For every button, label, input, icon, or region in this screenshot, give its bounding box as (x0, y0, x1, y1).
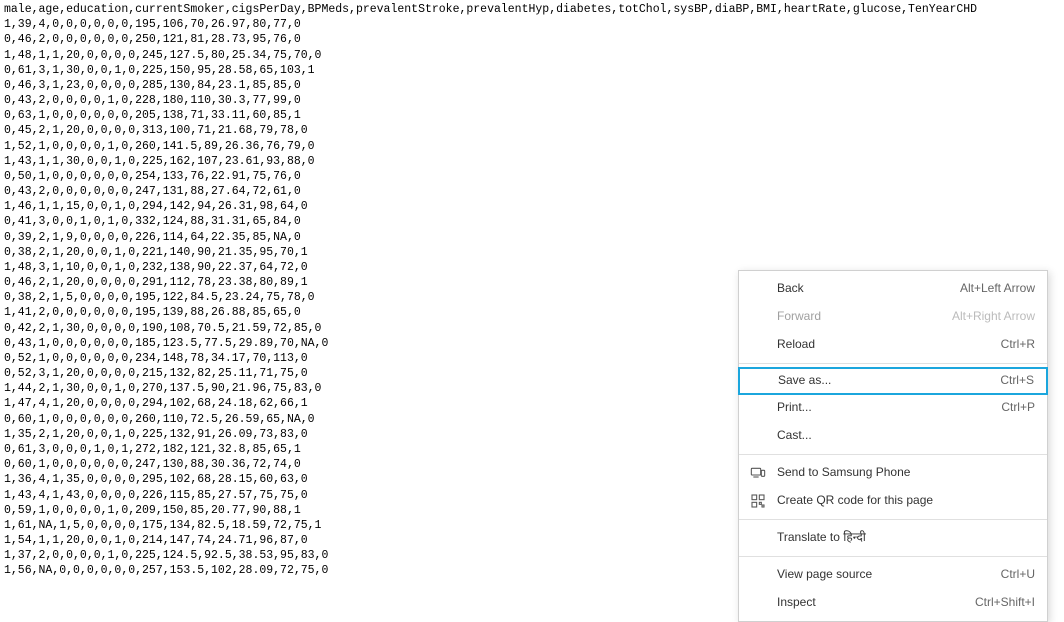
csv-row: 0,50,1,0,0,0,0,0,0,254,133,76,22.91,75,7… (4, 170, 301, 183)
menu-label: Reload (777, 337, 989, 353)
csv-row: 0,46,2,1,20,0,0,0,0,291,112,78,23.38,80,… (4, 276, 308, 289)
csv-row: 0,46,2,0,0,0,0,0,0,250,121,81,28.73,95,7… (4, 33, 301, 46)
csv-row: 0,38,2,1,20,0,0,1,0,221,140,90,21.35,95,… (4, 246, 308, 259)
csv-row: 0,38,2,1,5,0,0,0,0,195,122,84.5,23.24,75… (4, 291, 315, 304)
menu-cast[interactable]: Cast... (739, 422, 1047, 450)
menu-forward: Forward Alt+Right Arrow (739, 303, 1047, 331)
csv-row: 0,42,2,1,30,0,0,0,0,190,108,70.5,21.59,7… (4, 322, 321, 335)
csv-row: 0,59,1,0,0,0,0,1,0,209,150,85,20.77,90,8… (4, 504, 301, 517)
csv-row: 1,36,4,1,35,0,0,0,0,295,102,68,28.15,60,… (4, 473, 308, 486)
menu-label: Create QR code for this page (777, 493, 1035, 509)
csv-row: 1,54,1,1,20,0,0,1,0,214,147,74,24.71,96,… (4, 534, 308, 547)
menu-label: Save as... (778, 373, 988, 389)
menu-shortcut: Ctrl+P (1001, 400, 1035, 416)
csv-row: 0,63,1,0,0,0,0,0,0,205,138,71,33.11,60,8… (4, 109, 301, 122)
csv-row: 0,61,3,0,0,0,1,0,1,272,182,121,32.8,85,6… (4, 443, 301, 456)
csv-row: 1,35,2,1,20,0,0,1,0,225,132,91,26.09,73,… (4, 428, 308, 441)
menu-separator (739, 519, 1047, 520)
menu-label: Forward (777, 309, 940, 325)
menu-inspect[interactable]: Inspect Ctrl+Shift+I (739, 589, 1047, 617)
csv-row: 1,52,1,0,0,0,0,1,0,260,141.5,89,26.36,76… (4, 140, 315, 153)
menu-shortcut: Ctrl+Shift+I (975, 595, 1035, 611)
menu-label: Inspect (777, 595, 963, 611)
csv-row: 1,44,2,1,30,0,0,1,0,270,137.5,90,21.96,7… (4, 382, 321, 395)
csv-row: 0,43,1,0,0,0,0,0,0,185,123.5,77.5,29.89,… (4, 337, 328, 350)
csv-row: 0,52,1,0,0,0,0,0,0,234,148,78,34.17,70,1… (4, 352, 308, 365)
menu-save-as[interactable]: Save as... Ctrl+S (738, 367, 1048, 395)
csv-row: 1,48,1,1,20,0,0,0,0,245,127.5,80,25.34,7… (4, 49, 321, 62)
menu-back[interactable]: Back Alt+Left Arrow (739, 275, 1047, 303)
menu-translate[interactable]: Translate to हिन्दी (739, 524, 1047, 552)
menu-send-to-phone[interactable]: Send to Samsung Phone (739, 459, 1047, 487)
menu-shortcut: Ctrl+U (1001, 567, 1035, 583)
menu-separator (739, 556, 1047, 557)
csv-row: 0,46,3,1,23,0,0,0,0,285,130,84,23.1,85,8… (4, 79, 301, 92)
menu-label: Back (777, 281, 948, 297)
csv-row: 1,43,1,1,30,0,0,1,0,225,162,107,23.61,93… (4, 155, 315, 168)
csv-row: 0,43,2,0,0,0,0,0,0,247,131,88,27.64,72,6… (4, 185, 301, 198)
menu-label: Print... (777, 400, 989, 416)
csv-row: 0,45,2,1,20,0,0,0,0,313,100,71,21.68,79,… (4, 124, 308, 137)
csv-row: 0,39,2,1,9,0,0,0,0,226,114,64,22.35,85,N… (4, 231, 301, 244)
csv-row: 0,43,2,0,0,0,0,1,0,228,180,110,30.3,77,9… (4, 94, 301, 107)
csv-row: 1,47,4,1,20,0,0,0,0,294,102,68,24.18,62,… (4, 397, 308, 410)
menu-label: View page source (777, 567, 989, 583)
context-menu: Back Alt+Left Arrow Forward Alt+Right Ar… (738, 270, 1048, 622)
menu-create-qr[interactable]: Create QR code for this page (739, 487, 1047, 515)
menu-view-source[interactable]: View page source Ctrl+U (739, 561, 1047, 589)
csv-row: 1,46,1,1,15,0,0,1,0,294,142,94,26.31,98,… (4, 200, 308, 213)
csv-header: male,age,education,currentSmoker,cigsPer… (4, 3, 977, 16)
menu-print[interactable]: Print... Ctrl+P (739, 394, 1047, 422)
menu-separator (739, 454, 1047, 455)
csv-row: 0,52,3,1,20,0,0,0,0,215,132,82,25.11,71,… (4, 367, 308, 380)
csv-row: 1,39,4,0,0,0,0,0,0,195,106,70,26.97,80,7… (4, 18, 301, 31)
csv-row: 1,43,4,1,43,0,0,0,0,226,115,85,27.57,75,… (4, 489, 308, 502)
csv-row: 1,61,NA,1,5,0,0,0,0,175,134,82.5,18.59,7… (4, 519, 321, 532)
menu-separator (739, 363, 1047, 364)
menu-shortcut: Alt+Right Arrow (952, 309, 1035, 325)
menu-label: Cast... (777, 428, 1035, 444)
csv-row: 1,37,2,0,0,0,0,1,0,225,124.5,92.5,38.53,… (4, 549, 328, 562)
menu-shortcut: Alt+Left Arrow (960, 281, 1035, 297)
menu-reload[interactable]: Reload Ctrl+R (739, 331, 1047, 359)
menu-shortcut: Ctrl+R (1001, 337, 1035, 353)
csv-row: 1,56,NA,0,0,0,0,0,0,257,153.5,102,28.09,… (4, 564, 328, 577)
menu-label: Translate to हिन्दी (777, 530, 1035, 546)
menu-shortcut: Ctrl+S (1000, 373, 1034, 389)
csv-row: 0,60,1,0,0,0,0,0,0,260,110,72.5,26.59,65… (4, 413, 315, 426)
csv-row: 0,61,3,1,30,0,0,1,0,225,150,95,28.58,65,… (4, 64, 315, 77)
csv-row: 0,60,1,0,0,0,0,0,0,247,130,88,30.36,72,7… (4, 458, 301, 471)
devices-icon (749, 464, 767, 482)
csv-row: 1,48,3,1,10,0,0,1,0,232,138,90,22.37,64,… (4, 261, 308, 274)
csv-row: 0,41,3,0,0,1,0,1,0,332,124,88,31.31,65,8… (4, 215, 301, 228)
qr-code-icon (749, 492, 767, 510)
csv-row: 1,41,2,0,0,0,0,0,0,195,139,88,26.88,85,6… (4, 306, 301, 319)
menu-label: Send to Samsung Phone (777, 465, 1035, 481)
